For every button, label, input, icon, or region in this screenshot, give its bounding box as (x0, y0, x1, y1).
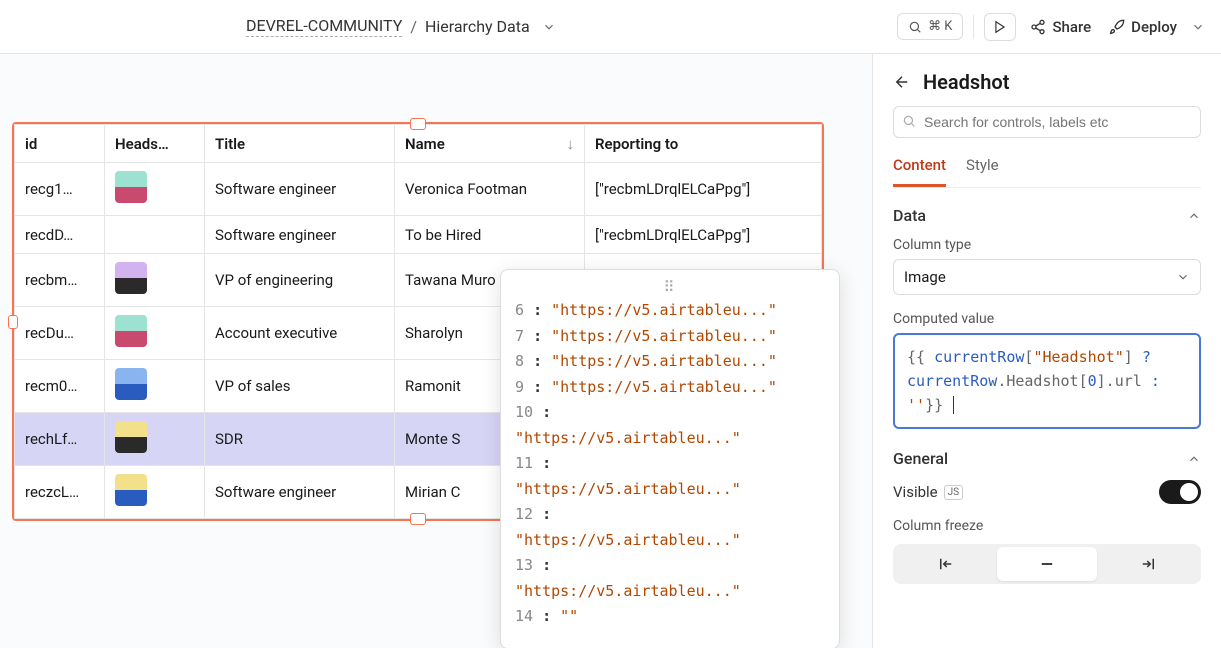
cell-name: Veronica Footman (395, 163, 585, 216)
avatar (115, 171, 147, 203)
freeze-none-button[interactable] (997, 547, 1098, 581)
rocket-icon (1109, 19, 1125, 35)
avatar (115, 474, 147, 506)
col-reporting[interactable]: Reporting to (585, 125, 822, 163)
cell-title: Software engineer (205, 466, 395, 519)
breadcrumb-project[interactable]: DEVREL-COMMUNITY (246, 16, 402, 37)
preview-button[interactable] (984, 13, 1016, 41)
cell-headshot (105, 466, 205, 519)
cell-title: SDR (205, 413, 395, 466)
share-icon (1030, 19, 1046, 35)
col-id[interactable]: id (15, 125, 105, 163)
panel-title: Headshot (923, 70, 1009, 94)
cell-headshot (105, 216, 205, 254)
cell-reporting: ["recbmLDrqlELCaPpg"] (585, 163, 822, 216)
cell-name: To be Hired (395, 216, 585, 254)
cell-id: rechLf… (15, 413, 105, 466)
col-headshot[interactable]: Heads… (105, 125, 205, 163)
computed-value-input[interactable]: {{ currentRow["Headshot"] ? currentRow.H… (893, 333, 1201, 429)
cell-id: recm0… (15, 360, 105, 413)
code-line: 14 : "" (515, 604, 825, 630)
cell-title: Software engineer (205, 216, 395, 254)
code-line: 10 : "https://v5.airtableu..." (515, 400, 825, 451)
code-line: 7 : "https://v5.airtableu..." (515, 324, 825, 350)
cell-id: recdD… (15, 216, 105, 254)
command-search-button[interactable]: ⌘ K (897, 13, 963, 40)
chevron-down-icon (1176, 270, 1190, 284)
col-title[interactable]: Title (205, 125, 395, 163)
code-line: 11 : "https://v5.airtableu..." (515, 451, 825, 502)
cell-headshot (105, 254, 205, 307)
values-popup[interactable]: ⠿ 6 : "https://v5.airtableu..."7 : "http… (500, 269, 840, 648)
chevron-down-icon[interactable] (542, 20, 556, 34)
js-badge: JS (944, 485, 963, 500)
cell-id: reczcL… (15, 466, 105, 519)
code-line: 6 : "https://v5.airtableu..." (515, 298, 825, 324)
cell-title: Software engineer (205, 163, 395, 216)
freeze-left-button[interactable] (896, 547, 997, 581)
controls-search-input[interactable] (893, 106, 1201, 138)
collapse-icon[interactable] (1187, 452, 1201, 466)
breadcrumb: DEVREL-COMMUNITY / Hierarchy Data (246, 16, 556, 37)
freeze-segmented (893, 544, 1201, 584)
sort-down-icon[interactable]: ↓ (567, 135, 575, 153)
cell-title: VP of engineering (205, 254, 395, 307)
tab-content[interactable]: Content (893, 150, 946, 187)
search-icon (902, 114, 916, 128)
breadcrumb-page[interactable]: Hierarchy Data (425, 17, 530, 36)
cell-title: VP of sales (205, 360, 395, 413)
code-line: 12 : "https://v5.airtableu..." (515, 502, 825, 553)
visible-label: Visible (893, 483, 938, 501)
avatar (115, 262, 147, 294)
code-line: 13 : "https://v5.airtableu..." (515, 553, 825, 604)
cell-headshot (105, 360, 205, 413)
resize-handle-left[interactable] (8, 315, 18, 329)
avatar (115, 421, 147, 453)
back-button[interactable] (893, 73, 911, 91)
deploy-button[interactable]: Deploy (1105, 18, 1181, 36)
column-freeze-label: Column freeze (893, 518, 1201, 534)
column-type-select[interactable]: Image (893, 259, 1201, 295)
freeze-right-button[interactable] (1097, 547, 1198, 581)
col-name[interactable]: Name↓ (395, 125, 585, 163)
cell-reporting: ["recbmLDrqlELCaPpg"] (585, 216, 822, 254)
breadcrumb-separator: / (410, 17, 417, 36)
cell-headshot (105, 413, 205, 466)
share-label: Share (1052, 18, 1091, 36)
separator (973, 15, 974, 39)
code-line: 8 : "https://v5.airtableu..." (515, 349, 825, 375)
search-icon (908, 20, 922, 34)
avatar (115, 315, 147, 347)
shortcut-text: ⌘ K (928, 19, 952, 34)
section-general-heading: General (893, 449, 948, 468)
inspector-sidebar: Headshot Content Style Data Column type … (873, 54, 1221, 648)
section-data-heading: Data (893, 206, 926, 225)
cell-id: recDu… (15, 307, 105, 360)
tab-style[interactable]: Style (966, 150, 999, 187)
computed-value-label: Computed value (893, 311, 1201, 327)
visible-toggle[interactable] (1159, 480, 1201, 504)
cell-title: Account executive (205, 307, 395, 360)
play-icon (993, 20, 1007, 34)
deploy-label: Deploy (1131, 18, 1177, 36)
avatar (115, 368, 147, 400)
column-type-label: Column type (893, 237, 1201, 253)
code-line: 9 : "https://v5.airtableu..." (515, 375, 825, 401)
cell-id: recg1… (15, 163, 105, 216)
cell-headshot (105, 163, 205, 216)
cell-id: recbm… (15, 254, 105, 307)
cell-headshot (105, 307, 205, 360)
deploy-chevron-icon[interactable] (1191, 20, 1205, 34)
canvas[interactable]: id Heads… Title Name↓ Reporting to recg1… (0, 54, 873, 648)
share-button[interactable]: Share (1026, 18, 1095, 36)
arrow-left-icon (893, 73, 911, 91)
drag-handle-icon[interactable]: ⠿ (664, 278, 677, 296)
collapse-icon[interactable] (1187, 209, 1201, 223)
table-row[interactable]: recdD… Software engineerTo be Hired["recb… (15, 216, 822, 254)
table-row[interactable]: recg1… Software engineerVeronica Footman[… (15, 163, 822, 216)
